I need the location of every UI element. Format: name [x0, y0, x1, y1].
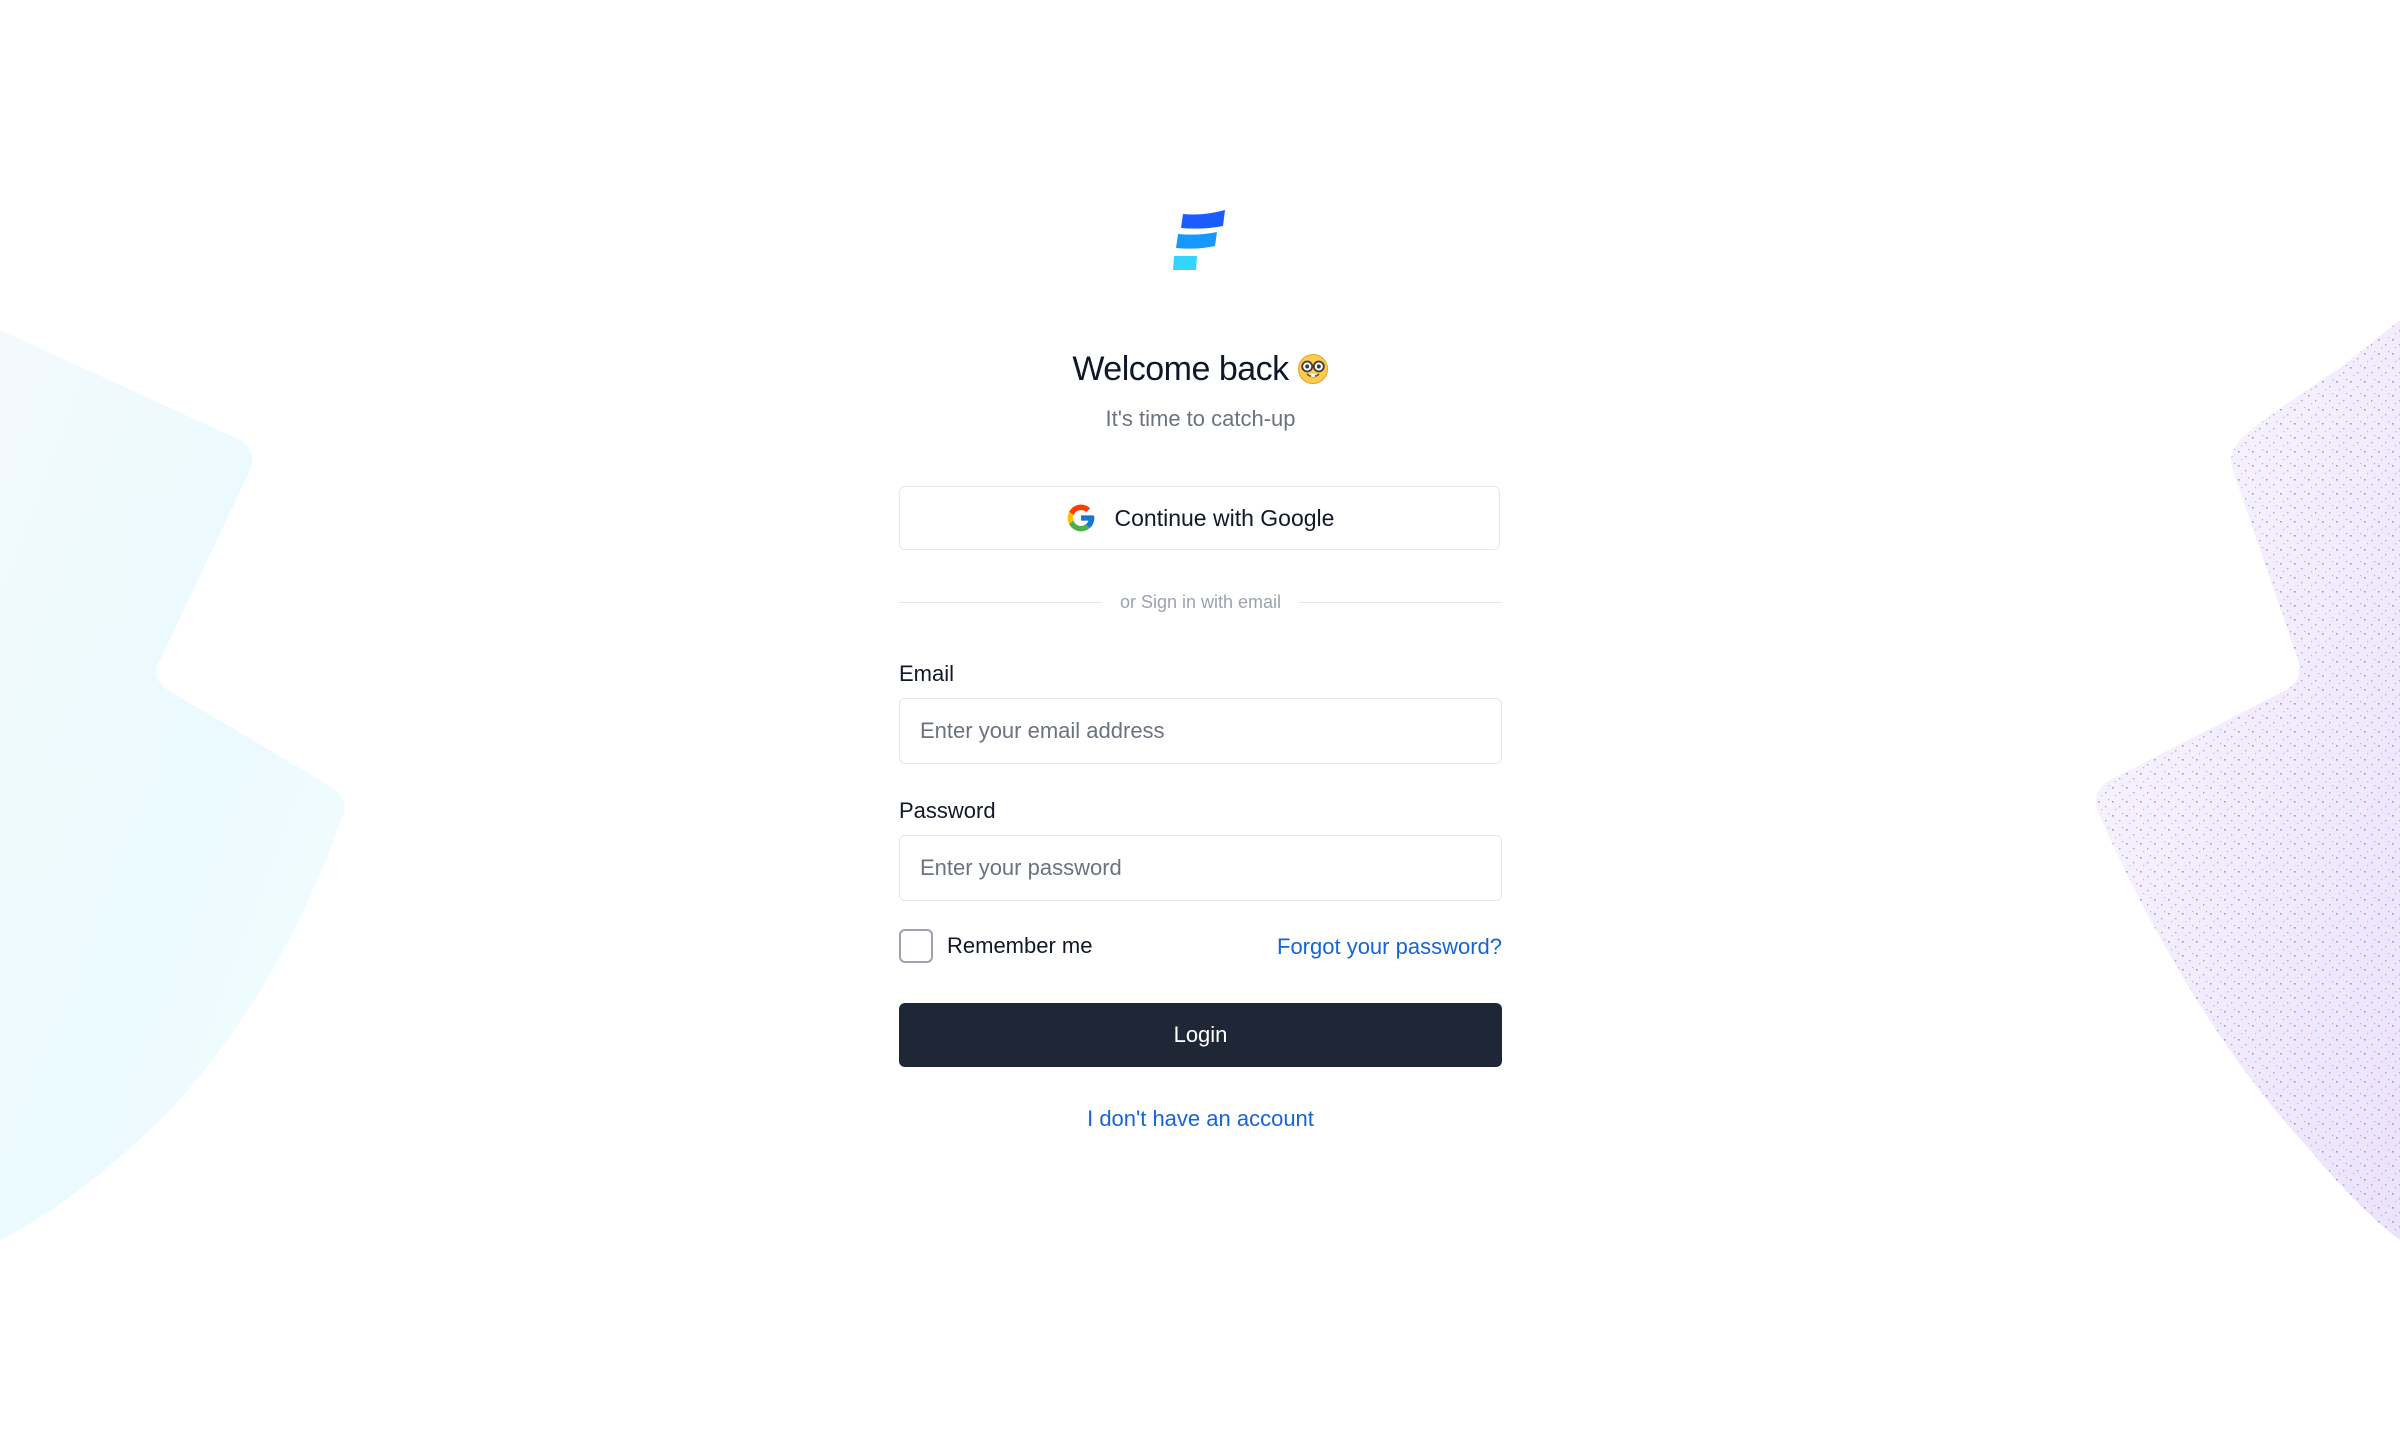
page-title: Welcome back: [1072, 349, 1289, 388]
remember-me-group: Remember me: [899, 928, 1092, 964]
divider-line-left: [899, 601, 1102, 603]
background-decoration-left: [0, 330, 345, 1240]
divider-line-right: [1299, 601, 1503, 603]
password-label: Password: [899, 798, 996, 823]
divider-text: or Sign in with email: [1119, 591, 1282, 612]
logo-bar-bottom: [1173, 256, 1197, 270]
login-page: Welcome back It's time to catch-up Conti…: [0, 0, 2400, 1450]
sign-in-divider: or Sign in with email: [899, 590, 1503, 614]
page-subtitle: It's time to catch-up: [1105, 406, 1296, 431]
email-input[interactable]: [899, 698, 1502, 764]
continue-with-google-label: Continue with Google: [1114, 504, 1335, 531]
google-g-icon: [1067, 504, 1094, 532]
logo-bar-top: [1181, 210, 1225, 229]
background-decoration-right: [2095, 320, 2400, 1240]
nerd-face-emoji-icon: [1297, 354, 1328, 384]
remember-me-label[interactable]: Remember me: [947, 933, 1092, 959]
remember-me-checkbox[interactable]: [899, 929, 933, 963]
no-account-link[interactable]: I don't have an account: [899, 1106, 1502, 1132]
password-input[interactable]: [899, 835, 1502, 901]
login-button[interactable]: Login: [899, 1003, 1502, 1067]
forgot-password-link[interactable]: Forgot your password?: [1277, 934, 1502, 960]
logo-bar-middle: [1176, 232, 1217, 249]
title-row: Welcome back: [899, 342, 1502, 396]
continue-with-google-button[interactable]: Continue with Google: [899, 486, 1500, 550]
stacked-bars-logo-icon: [1173, 210, 1225, 270]
email-label: Email: [899, 661, 955, 686]
